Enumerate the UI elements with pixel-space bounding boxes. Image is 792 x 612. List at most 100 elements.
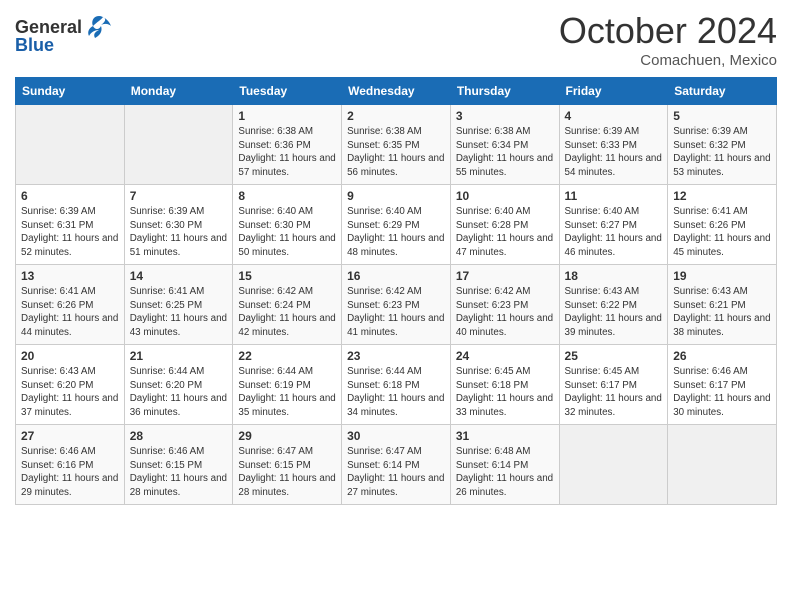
day-info: Sunrise: 6:41 AM Sunset: 6:26 PM Dayligh… [673,205,771,260]
day-number: 6 [21,189,119,203]
calendar-cell: 25Sunrise: 6:45 AM Sunset: 6:17 PM Dayli… [559,345,668,425]
day-number: 27 [21,429,119,443]
day-number: 3 [456,109,554,123]
calendar-cell: 29 Sunrise: 6:47 AM Sunset: 6:15 PM Dayli… [233,425,342,505]
day-info: Sunrise: 6:48 AM Sunset: 6:14 PM Dayligh… [456,445,554,500]
day-number: 25 [565,349,663,363]
day-number: 24 [456,349,554,363]
day-number: 23 [347,349,445,363]
day-info: Sunrise: 6:42 AM Sunset: 6:23 PM Dayligh… [347,285,445,340]
calendar-cell: 23 Sunrise: 6:44 AM Sunset: 6:18 PM Dayli… [342,345,451,425]
day-info: Sunrise: 6:41 AM Sunset: 6:26 PM Dayligh… [21,285,119,340]
calendar-cell: 20 Sunrise: 6:43 AM Sunset: 6:20 PM Dayli… [16,345,125,425]
calendar-cell: 22Sunrise: 6:44 AM Sunset: 6:19 PM Dayli… [233,345,342,425]
weekday-header-saturday: Saturday [668,78,777,105]
day-number: 21 [130,349,228,363]
calendar-cell: 16 Sunrise: 6:42 AM Sunset: 6:23 PM Dayli… [342,265,451,345]
day-info: Sunrise: 6:40 AM Sunset: 6:28 PM Dayligh… [456,205,554,260]
calendar-cell: 19Sunrise: 6:43 AM Sunset: 6:21 PM Dayli… [668,265,777,345]
weekday-header-thursday: Thursday [450,78,559,105]
day-number: 12 [673,189,771,203]
weekday-header-tuesday: Tuesday [233,78,342,105]
calendar-cell [16,105,125,185]
calendar-cell: 21 Sunrise: 6:44 AM Sunset: 6:20 PM Dayli… [124,345,233,425]
day-info: Sunrise: 6:45 AM Sunset: 6:18 PM Dayligh… [456,365,554,420]
calendar-week-row: 27Sunrise: 6:46 AM Sunset: 6:16 PM Dayli… [16,425,777,505]
day-number: 19 [673,269,771,283]
day-info: Sunrise: 6:44 AM Sunset: 6:19 PM Dayligh… [238,365,336,420]
day-info: Sunrise: 6:42 AM Sunset: 6:23 PM Dayligh… [456,285,554,340]
day-number: 14 [130,269,228,283]
day-info: Sunrise: 6:44 AM Sunset: 6:18 PM Dayligh… [347,365,445,420]
day-number: 20 [21,349,119,363]
day-number: 2 [347,109,445,123]
day-number: 26 [673,349,771,363]
weekday-header-wednesday: Wednesday [342,78,451,105]
day-info: Sunrise: 6:43 AM Sunset: 6:20 PM Dayligh… [21,365,119,420]
day-info: Sunrise: 6:46 AM Sunset: 6:17 PM Dayligh… [673,365,771,420]
day-info: Sunrise: 6:40 AM Sunset: 6:29 PM Dayligh… [347,205,445,260]
day-number: 30 [347,429,445,443]
calendar-cell: 31 Sunrise: 6:48 AM Sunset: 6:14 PM Dayli… [450,425,559,505]
calendar-cell [559,425,668,505]
month-title: October 2024 [559,10,777,52]
day-info: Sunrise: 6:47 AM Sunset: 6:15 PM Dayligh… [238,445,336,500]
calendar-week-row: 20 Sunrise: 6:43 AM Sunset: 6:20 PM Dayli… [16,345,777,425]
logo: General Blue [15,16,113,56]
day-number: 31 [456,429,554,443]
title-block: October 2024 Comachuen, Mexico [559,10,777,69]
calendar-table: SundayMondayTuesdayWednesdayThursdayFrid… [15,77,777,505]
day-info: Sunrise: 6:39 AM Sunset: 6:32 PM Dayligh… [673,125,771,180]
weekday-header-friday: Friday [559,78,668,105]
day-info: Sunrise: 6:38 AM Sunset: 6:36 PM Dayligh… [238,125,336,180]
calendar-cell: 5 Sunrise: 6:39 AM Sunset: 6:32 PM Daylig… [668,105,777,185]
day-info: Sunrise: 6:39 AM Sunset: 6:30 PM Dayligh… [130,205,228,260]
day-number: 1 [238,109,336,123]
calendar-cell: 24 Sunrise: 6:45 AM Sunset: 6:18 PM Dayli… [450,345,559,425]
day-info: Sunrise: 6:46 AM Sunset: 6:15 PM Dayligh… [130,445,228,500]
calendar-cell: 8 Sunrise: 6:40 AM Sunset: 6:30 PM Daylig… [233,185,342,265]
calendar-cell [668,425,777,505]
day-number: 8 [238,189,336,203]
day-number: 16 [347,269,445,283]
day-info: Sunrise: 6:47 AM Sunset: 6:14 PM Dayligh… [347,445,445,500]
day-number: 28 [130,429,228,443]
calendar-cell: 13 Sunrise: 6:41 AM Sunset: 6:26 PM Dayli… [16,265,125,345]
calendar-cell: 6 Sunrise: 6:39 AM Sunset: 6:31 PM Daylig… [16,185,125,265]
calendar-cell: 14Sunrise: 6:41 AM Sunset: 6:25 PM Dayli… [124,265,233,345]
day-info: Sunrise: 6:40 AM Sunset: 6:27 PM Dayligh… [565,205,663,260]
day-number: 11 [565,189,663,203]
calendar-cell: 10 Sunrise: 6:40 AM Sunset: 6:28 PM Dayli… [450,185,559,265]
page-header: General Blue October 2024 Comachuen, Mex… [15,10,777,69]
calendar-cell: 2 Sunrise: 6:38 AM Sunset: 6:35 PM Daylig… [342,105,451,185]
day-number: 13 [21,269,119,283]
calendar-cell: 7Sunrise: 6:39 AM Sunset: 6:30 PM Daylig… [124,185,233,265]
day-number: 18 [565,269,663,283]
calendar-cell: 15Sunrise: 6:42 AM Sunset: 6:24 PM Dayli… [233,265,342,345]
day-info: Sunrise: 6:40 AM Sunset: 6:30 PM Dayligh… [238,205,336,260]
calendar-cell: 26 Sunrise: 6:46 AM Sunset: 6:17 PM Dayli… [668,345,777,425]
weekday-header-row: SundayMondayTuesdayWednesdayThursdayFrid… [16,78,777,105]
calendar-week-row: 1 Sunrise: 6:38 AM Sunset: 6:36 PM Daylig… [16,105,777,185]
day-number: 15 [238,269,336,283]
day-info: Sunrise: 6:38 AM Sunset: 6:35 PM Dayligh… [347,125,445,180]
calendar-cell: 11 Sunrise: 6:40 AM Sunset: 6:27 PM Dayli… [559,185,668,265]
day-info: Sunrise: 6:39 AM Sunset: 6:31 PM Dayligh… [21,205,119,260]
calendar-week-row: 6 Sunrise: 6:39 AM Sunset: 6:31 PM Daylig… [16,185,777,265]
day-number: 5 [673,109,771,123]
logo-blue-text: Blue [15,36,113,56]
logo-text: General Blue [15,16,113,56]
calendar-cell: 30 Sunrise: 6:47 AM Sunset: 6:14 PM Dayli… [342,425,451,505]
day-number: 29 [238,429,336,443]
day-number: 10 [456,189,554,203]
day-number: 9 [347,189,445,203]
calendar-cell [124,105,233,185]
day-info: Sunrise: 6:39 AM Sunset: 6:33 PM Dayligh… [565,125,663,180]
calendar-week-row: 13 Sunrise: 6:41 AM Sunset: 6:26 PM Dayli… [16,265,777,345]
calendar-cell: 3Sunrise: 6:38 AM Sunset: 6:34 PM Daylig… [450,105,559,185]
calendar-cell: 4 Sunrise: 6:39 AM Sunset: 6:33 PM Daylig… [559,105,668,185]
calendar-cell: 1 Sunrise: 6:38 AM Sunset: 6:36 PM Daylig… [233,105,342,185]
day-info: Sunrise: 6:44 AM Sunset: 6:20 PM Dayligh… [130,365,228,420]
day-number: 4 [565,109,663,123]
calendar-cell: 17Sunrise: 6:42 AM Sunset: 6:23 PM Dayli… [450,265,559,345]
